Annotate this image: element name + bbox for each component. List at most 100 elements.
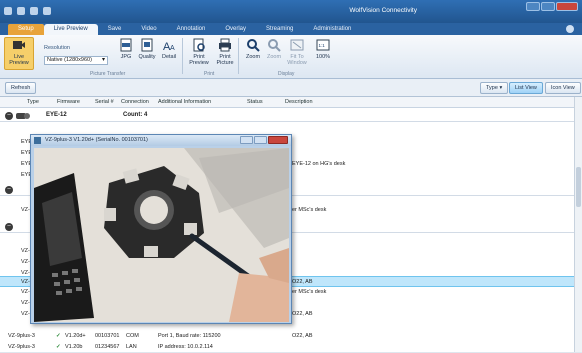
scrollbar-thumb[interactable]	[576, 167, 581, 207]
detail-label: Detail	[161, 54, 177, 60]
live-preview-window[interactable]: VZ-9plus-3 V1.20d+ (SerialNo. 00103701)	[30, 134, 292, 324]
column-additional-info[interactable]: Additional Information	[158, 99, 211, 105]
zoom-out-label: Zoom	[266, 54, 282, 60]
help-icon[interactable]	[566, 25, 574, 33]
tab-video[interactable]: Video	[131, 24, 166, 35]
display-group: Display	[278, 71, 295, 77]
ribbon-separator	[182, 38, 183, 74]
quality-icon	[141, 38, 153, 52]
column-connection[interactable]: Connection	[121, 99, 149, 105]
row-type: VZ-	[21, 248, 30, 254]
row-firmware: V1.20d+	[65, 333, 86, 339]
ribbon-tabs: Setup Live Preview Save Video Annotation…	[0, 23, 582, 35]
preview-minimize-button[interactable]	[240, 136, 253, 144]
collapse-icon[interactable]: –	[5, 186, 13, 194]
actual-size-icon: 1:1	[316, 39, 330, 51]
quality-label: Quality	[138, 54, 156, 60]
fit-to-window-button[interactable]: Fit To Window	[284, 38, 310, 66]
font-size-icon: AA	[163, 41, 175, 52]
tab-save[interactable]: Save	[98, 24, 132, 35]
print-preview-button[interactable]: Print Preview	[186, 38, 212, 66]
group-row-eye12[interactable]: – EYE-12 Count: 4	[0, 109, 574, 122]
print-picture-button[interactable]: Print Picture	[212, 38, 238, 66]
list-view-label: List View	[515, 85, 537, 91]
row-description: er MSc's desk	[292, 289, 327, 295]
column-description[interactable]: Description	[285, 99, 313, 105]
row-type: VZ-	[21, 207, 30, 213]
type-filter-button[interactable]: Type ▾	[480, 82, 509, 94]
row-info: IP address: 10.0.2.114	[158, 344, 213, 350]
fit-to-window-label: Fit To Window	[287, 54, 307, 66]
printer-icon	[219, 38, 231, 52]
svg-text:1:1: 1:1	[319, 43, 326, 48]
resolution-select[interactable]: Native (1280x960)	[44, 56, 108, 65]
column-serial[interactable]: Serial #	[95, 99, 114, 105]
tab-live-preview[interactable]: Live Preview	[43, 24, 98, 35]
resolution-label: Resolution	[44, 45, 70, 51]
row-serial: 01234567	[95, 344, 120, 350]
close-button[interactable]	[556, 2, 578, 11]
tab-streaming[interactable]: Streaming	[256, 24, 303, 35]
tab-administration[interactable]: Administration	[303, 24, 361, 35]
check-icon: ✓	[56, 333, 61, 339]
row-type: VZ-	[21, 311, 30, 317]
group-name: EYE-12	[46, 112, 67, 118]
collapse-icon[interactable]: –	[5, 112, 13, 120]
camera-icon	[13, 41, 25, 49]
table-row[interactable]: VZ-9plus-3 ✓ V1.20d+ 00103701 COM Port 1…	[0, 331, 574, 342]
row-type: VZ-9plus-3	[8, 344, 35, 350]
row-info: Port 1, Baud rate: 115200	[158, 333, 221, 339]
row-description: er MSc's desk	[292, 207, 327, 213]
tab-setup[interactable]: Setup	[8, 24, 44, 35]
check-icon: ✓	[56, 344, 61, 350]
tab-annotation[interactable]: Annotation	[167, 24, 216, 35]
preview-title-bar[interactable]: VZ-9plus-3 V1.20d+ (SerialNo. 00103701)	[31, 135, 291, 146]
live-preview-button[interactable]: Live Preview	[4, 37, 34, 70]
row-type: VZ-	[21, 259, 30, 265]
live-preview-label: Live Preview	[9, 54, 29, 66]
ribbon-separator	[238, 38, 239, 74]
type-filter-label: Type	[486, 85, 498, 91]
preview-window-controls	[240, 136, 288, 144]
collapse-icon[interactable]: –	[5, 223, 13, 231]
zoom-in-icon	[247, 39, 260, 52]
row-connection: LAN	[126, 344, 137, 350]
column-firmware[interactable]: Firmware	[57, 99, 80, 105]
vertical-scrollbar[interactable]	[574, 97, 582, 352]
jpg-icon	[120, 38, 132, 52]
maximize-button[interactable]	[541, 2, 555, 11]
fit-to-window-icon	[290, 39, 304, 51]
refresh-button[interactable]: Refresh	[5, 82, 37, 94]
zoom-label: Zoom	[245, 54, 261, 60]
actual-size-button[interactable]: 1:1 100%	[310, 38, 336, 60]
detail-button[interactable]: AA Detail	[156, 38, 182, 60]
preview-title: VZ-9plus-3 V1.20d+ (SerialNo. 00103701)	[45, 137, 148, 143]
tab-overlay[interactable]: Overlay	[215, 24, 256, 35]
zoom-out-icon	[268, 39, 281, 52]
svg-text:A: A	[170, 45, 175, 52]
window-controls	[526, 2, 578, 11]
list-header: Type Firmware Serial # Connection Additi…	[0, 97, 574, 108]
jpg-label: JPG	[120, 54, 132, 60]
row-type: VZ-	[21, 300, 30, 306]
print-group: Print	[204, 71, 215, 77]
row-description: O22, AB	[292, 311, 313, 317]
camera-photo	[34, 148, 289, 322]
print-preview-label: Print Preview	[189, 54, 209, 66]
preview-close-button[interactable]	[268, 136, 288, 144]
minimize-button[interactable]	[526, 2, 540, 11]
table-row[interactable]: VZ-9plus-3 ✓ V1.20b 01234567 LAN IP addr…	[0, 342, 574, 353]
column-status[interactable]: Status	[247, 99, 263, 105]
column-type[interactable]: Type	[27, 99, 39, 105]
camera-image	[34, 148, 289, 322]
row-type: VZ-9plus-3	[8, 333, 35, 339]
list-view-button[interactable]: List View	[509, 82, 543, 94]
row-description: O22, AB	[292, 333, 313, 339]
window-title: WolfVision Connectivity	[349, 7, 417, 14]
ribbon: Live Preview Resolution Native (1280x960…	[0, 35, 582, 79]
icon-view-button[interactable]: Icon View	[545, 82, 581, 94]
print-preview-icon	[193, 38, 205, 52]
preview-maximize-button[interactable]	[254, 136, 267, 144]
picture-transfer-group: Picture Transfer	[90, 71, 126, 77]
row-description: EYE-12 on HG's desk	[292, 161, 346, 167]
